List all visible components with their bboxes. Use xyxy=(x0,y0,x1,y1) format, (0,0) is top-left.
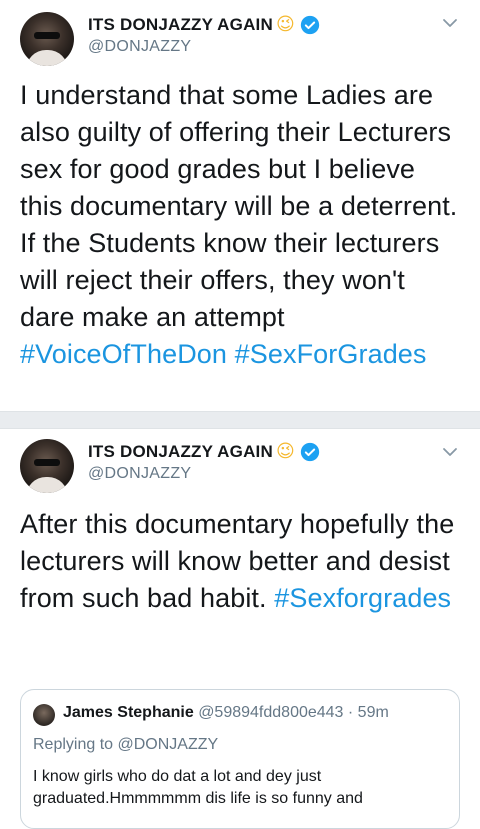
tweet-body: I understand that some Ladies are also g… xyxy=(20,80,458,332)
quoted-handle: @59894fdd800e443 xyxy=(198,704,344,721)
hashtag-link[interactable]: #SexForGrades xyxy=(235,339,427,369)
avatar[interactable] xyxy=(20,12,74,66)
chevron-down-icon[interactable] xyxy=(442,447,458,457)
hashtag-link[interactable]: #VoiceOfTheDon xyxy=(20,339,227,369)
quoted-tweet[interactable]: James Stephanie @59894fdd800e443 · 59m R… xyxy=(20,689,460,829)
display-name[interactable]: ITS DONJAZZY AGAIN xyxy=(88,442,273,462)
verified-badge-icon xyxy=(300,15,319,34)
tweet-text: I understand that some Ladies are also g… xyxy=(20,77,465,373)
quoted-header: James Stephanie @59894fdd800e443 · 59m xyxy=(63,704,389,722)
quoted-avatar xyxy=(33,704,55,726)
handle[interactable]: @DONJAZZY xyxy=(88,38,191,56)
handle[interactable]: @DONJAZZY xyxy=(88,465,191,483)
quoted-display-name: James Stephanie xyxy=(63,704,194,721)
tweet-card[interactable]: ITS DONJAZZY AGAIN 😉 @DONJAZZY I underst… xyxy=(0,0,480,411)
tweet-card[interactable]: ITS DONJAZZY AGAIN 😉 @DONJAZZY After thi… xyxy=(0,429,480,829)
chevron-down-icon[interactable] xyxy=(442,18,458,28)
author-name-row: ITS DONJAZZY AGAIN 😉 xyxy=(88,14,320,35)
verified-badge-icon xyxy=(300,442,319,461)
tweet-text: After this documentary hopefully the lec… xyxy=(20,506,465,617)
quoted-text: I know girls who do dat a lot and dey ju… xyxy=(33,768,363,807)
avatar[interactable] xyxy=(20,439,74,493)
tweet-divider xyxy=(0,411,480,429)
wink-emoji: 😉 xyxy=(275,441,295,461)
hashtag-link[interactable]: #Sexforgrades xyxy=(274,583,451,613)
quoted-time: · 59m xyxy=(347,704,389,721)
author-name-row: ITS DONJAZZY AGAIN 😉 xyxy=(88,441,320,462)
replying-to: Replying to @DONJAZZY xyxy=(33,736,219,753)
wink-emoji: 😉 xyxy=(275,14,295,34)
display-name[interactable]: ITS DONJAZZY AGAIN xyxy=(88,15,273,35)
